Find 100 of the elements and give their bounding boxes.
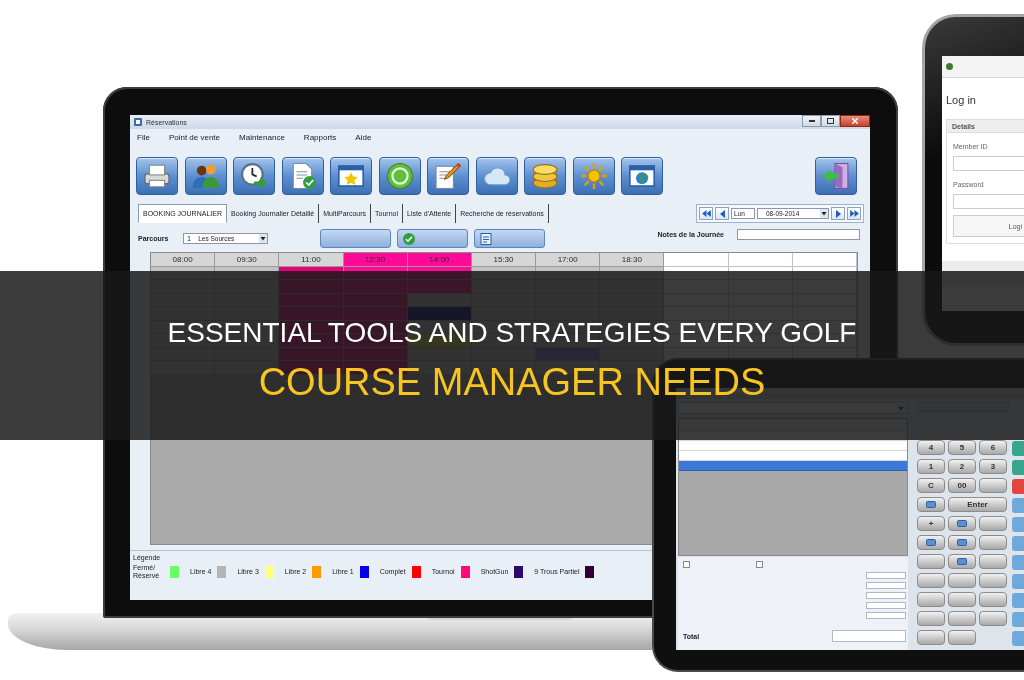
- keypad-key[interactable]: C: [917, 478, 945, 493]
- keypad-key[interactable]: [917, 611, 945, 626]
- tee-time-cell[interactable]: 09:30: [215, 253, 280, 267]
- menu-item[interactable]: Point de vente: [168, 132, 221, 142]
- keypad-key[interactable]: [948, 554, 976, 569]
- tee-time-cell[interactable]: 18:30: [600, 253, 665, 267]
- printer-icon: [144, 163, 170, 189]
- keypad-key[interactable]: [948, 611, 976, 626]
- keypad-key[interactable]: [917, 497, 945, 512]
- total-field[interactable]: [832, 630, 906, 642]
- keypad-key[interactable]: [979, 592, 1007, 607]
- keypad-key[interactable]: 1: [917, 459, 945, 474]
- checkbox[interactable]: [756, 561, 763, 568]
- action-button[interactable]: [474, 229, 546, 248]
- keypad-key[interactable]: [917, 535, 945, 550]
- keypad-key[interactable]: Enter: [948, 497, 1007, 512]
- keypad-key[interactable]: 2: [948, 459, 976, 474]
- menu-item[interactable]: Rapports: [303, 132, 337, 142]
- keypad-key[interactable]: +: [917, 516, 945, 531]
- keypad-key[interactable]: [979, 535, 1007, 550]
- keypad-key[interactable]: [917, 554, 945, 569]
- keypad-key[interactable]: [979, 611, 1007, 626]
- coins-icon: [532, 163, 558, 189]
- tee-time-cell[interactable]: 17:00: [536, 253, 601, 267]
- keypad-key[interactable]: [917, 573, 945, 588]
- menu-item[interactable]: Aide: [355, 132, 372, 142]
- card-icon: [957, 539, 967, 546]
- keypad-key[interactable]: 00: [948, 478, 976, 493]
- toolbar-button[interactable]: [330, 157, 372, 195]
- double-right-arrow-icon: [849, 210, 859, 217]
- keypad-key[interactable]: [948, 535, 976, 550]
- toolbar-button[interactable]: [233, 157, 275, 195]
- tee-time-cell[interactable]: 15:30: [471, 253, 537, 267]
- headline: ESSENTIAL TOOLS AND STRATEGIES EVERY GOLF: [167, 319, 857, 347]
- close-button[interactable]: [840, 115, 870, 127]
- clock-icon: [241, 163, 267, 189]
- minimize-button[interactable]: [802, 115, 821, 127]
- amount-field[interactable]: [866, 582, 906, 589]
- toolbar-button[interactable]: [524, 157, 566, 195]
- keypad-key[interactable]: [979, 478, 1007, 493]
- keypad-key[interactable]: [979, 573, 1007, 588]
- right-arrow-icon: [835, 209, 841, 218]
- caret-icon: [259, 234, 268, 243]
- maximize-icon: [827, 118, 834, 124]
- keypad-key[interactable]: 6: [979, 440, 1007, 455]
- tee-time-cell[interactable]: 08:00: [151, 253, 216, 267]
- toolbar-button[interactable]: [378, 157, 421, 195]
- menu-item[interactable]: Maintenance: [239, 132, 285, 142]
- tee-time-cell[interactable]: 11:00: [279, 253, 344, 267]
- amount-field[interactable]: [866, 592, 906, 599]
- double-left-arrow-icon: [701, 210, 711, 217]
- next-day-button[interactable]: [831, 207, 845, 220]
- keypad-key[interactable]: [917, 592, 945, 607]
- keypad-key[interactable]: 5: [948, 440, 976, 455]
- headline-accent: COURSE MANAGER NEEDS: [258, 363, 766, 401]
- menu-item[interactable]: File: [137, 132, 150, 142]
- logo-icon: [946, 63, 953, 70]
- amount-field[interactable]: [866, 602, 906, 609]
- card-icon: [926, 539, 936, 546]
- people-icon: [192, 163, 219, 189]
- toolbar-button[interactable]: [184, 157, 227, 195]
- document-icon: [480, 232, 493, 245]
- check-icon: [403, 232, 416, 245]
- keypad-key[interactable]: [979, 516, 1007, 531]
- toolbar-button[interactable]: [136, 157, 178, 195]
- amount-field[interactable]: [866, 572, 906, 579]
- side-button[interactable]: [1012, 479, 1024, 494]
- keypad-key[interactable]: [917, 630, 945, 645]
- amount-field[interactable]: [866, 612, 906, 619]
- pencil-icon: [435, 163, 461, 189]
- input-field[interactable]: [953, 194, 1024, 209]
- action-button[interactable]: [397, 229, 469, 248]
- toolbar-button[interactable]: [621, 157, 663, 195]
- keypad-key[interactable]: 4: [917, 440, 945, 455]
- toolbar-button[interactable]: [427, 157, 469, 195]
- toolbar-button[interactable]: [475, 157, 518, 195]
- previous-day-button[interactable]: [715, 207, 729, 220]
- tee-time-cell[interactable]: 12:30: [343, 253, 408, 267]
- last-day-button[interactable]: [847, 207, 861, 220]
- keypad-key[interactable]: [948, 592, 976, 607]
- toolbar-button[interactable]: [815, 157, 857, 195]
- caret-icon: [820, 209, 828, 218]
- first-day-button[interactable]: [699, 207, 713, 220]
- input-field[interactable]: [953, 156, 1024, 171]
- tee-time-cell[interactable]: 14:00: [407, 253, 472, 267]
- toolbar-button[interactable]: [572, 157, 615, 195]
- checkbox[interactable]: [683, 561, 690, 568]
- keypad-key[interactable]: [979, 554, 1007, 569]
- toolbar-button[interactable]: [281, 157, 324, 195]
- maximize-button[interactable]: [821, 115, 840, 127]
- keypad-key[interactable]: [948, 516, 976, 531]
- keypad-key[interactable]: [948, 630, 976, 645]
- action-button[interactable]: [320, 229, 392, 248]
- sun-icon: [580, 163, 607, 189]
- card-icon: [957, 558, 967, 565]
- notes-input-field[interactable]: [737, 229, 860, 240]
- app-icon: [134, 118, 142, 126]
- keypad-key[interactable]: 3: [979, 459, 1007, 474]
- keypad-key[interactable]: [948, 573, 976, 588]
- close-icon: [852, 118, 858, 124]
